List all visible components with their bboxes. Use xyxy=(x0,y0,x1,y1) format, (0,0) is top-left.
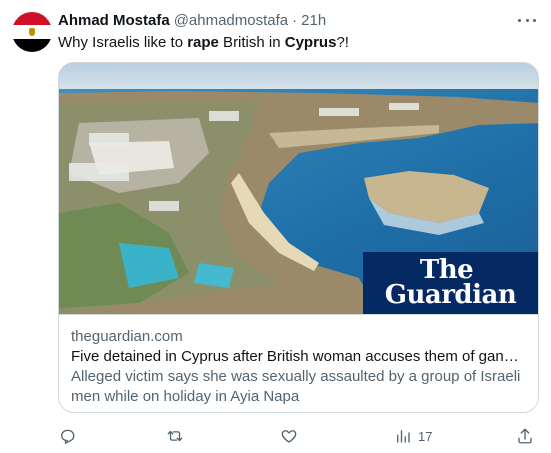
card-meta: theguardian.com Five detained in Cyprus … xyxy=(59,314,538,407)
tweet-time[interactable]: 21h xyxy=(301,12,326,29)
logo-line2: Guardian xyxy=(384,280,517,310)
user-name[interactable]: Ahmad Mostafa xyxy=(58,12,170,29)
avatar[interactable] xyxy=(12,12,52,52)
flag-white-band xyxy=(12,25,52,39)
tweet-text-segment: Why Israelis like to xyxy=(58,34,188,51)
flag-black-band xyxy=(12,38,52,52)
share-button[interactable] xyxy=(516,424,534,448)
tweet-content: Ahmad Mostafa @ahmadmostafa · 21h Why Is… xyxy=(58,10,540,413)
like-button[interactable] xyxy=(280,424,298,448)
retweet-icon xyxy=(167,430,183,442)
separator-dot: · xyxy=(292,11,298,29)
tweet-header: Ahmad Mostafa @ahmadmostafa · 21h xyxy=(58,10,540,30)
reply-button[interactable] xyxy=(58,424,76,448)
action-bar: 17 xyxy=(58,424,540,448)
card-description: Alleged victim says she was sexually ass… xyxy=(71,368,521,405)
views-button[interactable]: 17 xyxy=(394,424,432,448)
tweet-text-bold: rape xyxy=(187,34,219,51)
analytics-icon xyxy=(397,430,410,443)
eagle-icon xyxy=(29,27,35,36)
heart-icon xyxy=(281,430,297,443)
share-icon xyxy=(518,428,532,444)
link-card[interactable]: The Guardian theguardian.com Five detain… xyxy=(58,62,539,413)
retweet-button[interactable] xyxy=(166,424,184,448)
tweet-text-bold: Cyprus xyxy=(284,34,337,51)
guardian-logo: The Guardian xyxy=(363,252,538,314)
views-count: 17 xyxy=(418,428,433,444)
reply-icon xyxy=(61,429,75,444)
user-handle[interactable]: @ahmadmostafa xyxy=(174,12,288,29)
flag-red-band xyxy=(12,12,52,26)
card-domain: theguardian.com xyxy=(71,328,183,345)
tweet-text-segment: ?! xyxy=(336,34,349,51)
more-icon[interactable] xyxy=(518,10,536,30)
tweet-text: Why Israelis like to rape British in Cyp… xyxy=(58,33,540,53)
tweet-text-segment: British in xyxy=(218,34,285,51)
card-image[interactable]: The Guardian xyxy=(59,63,538,314)
card-title[interactable]: Five detained in Cyprus after British wo… xyxy=(71,347,526,367)
